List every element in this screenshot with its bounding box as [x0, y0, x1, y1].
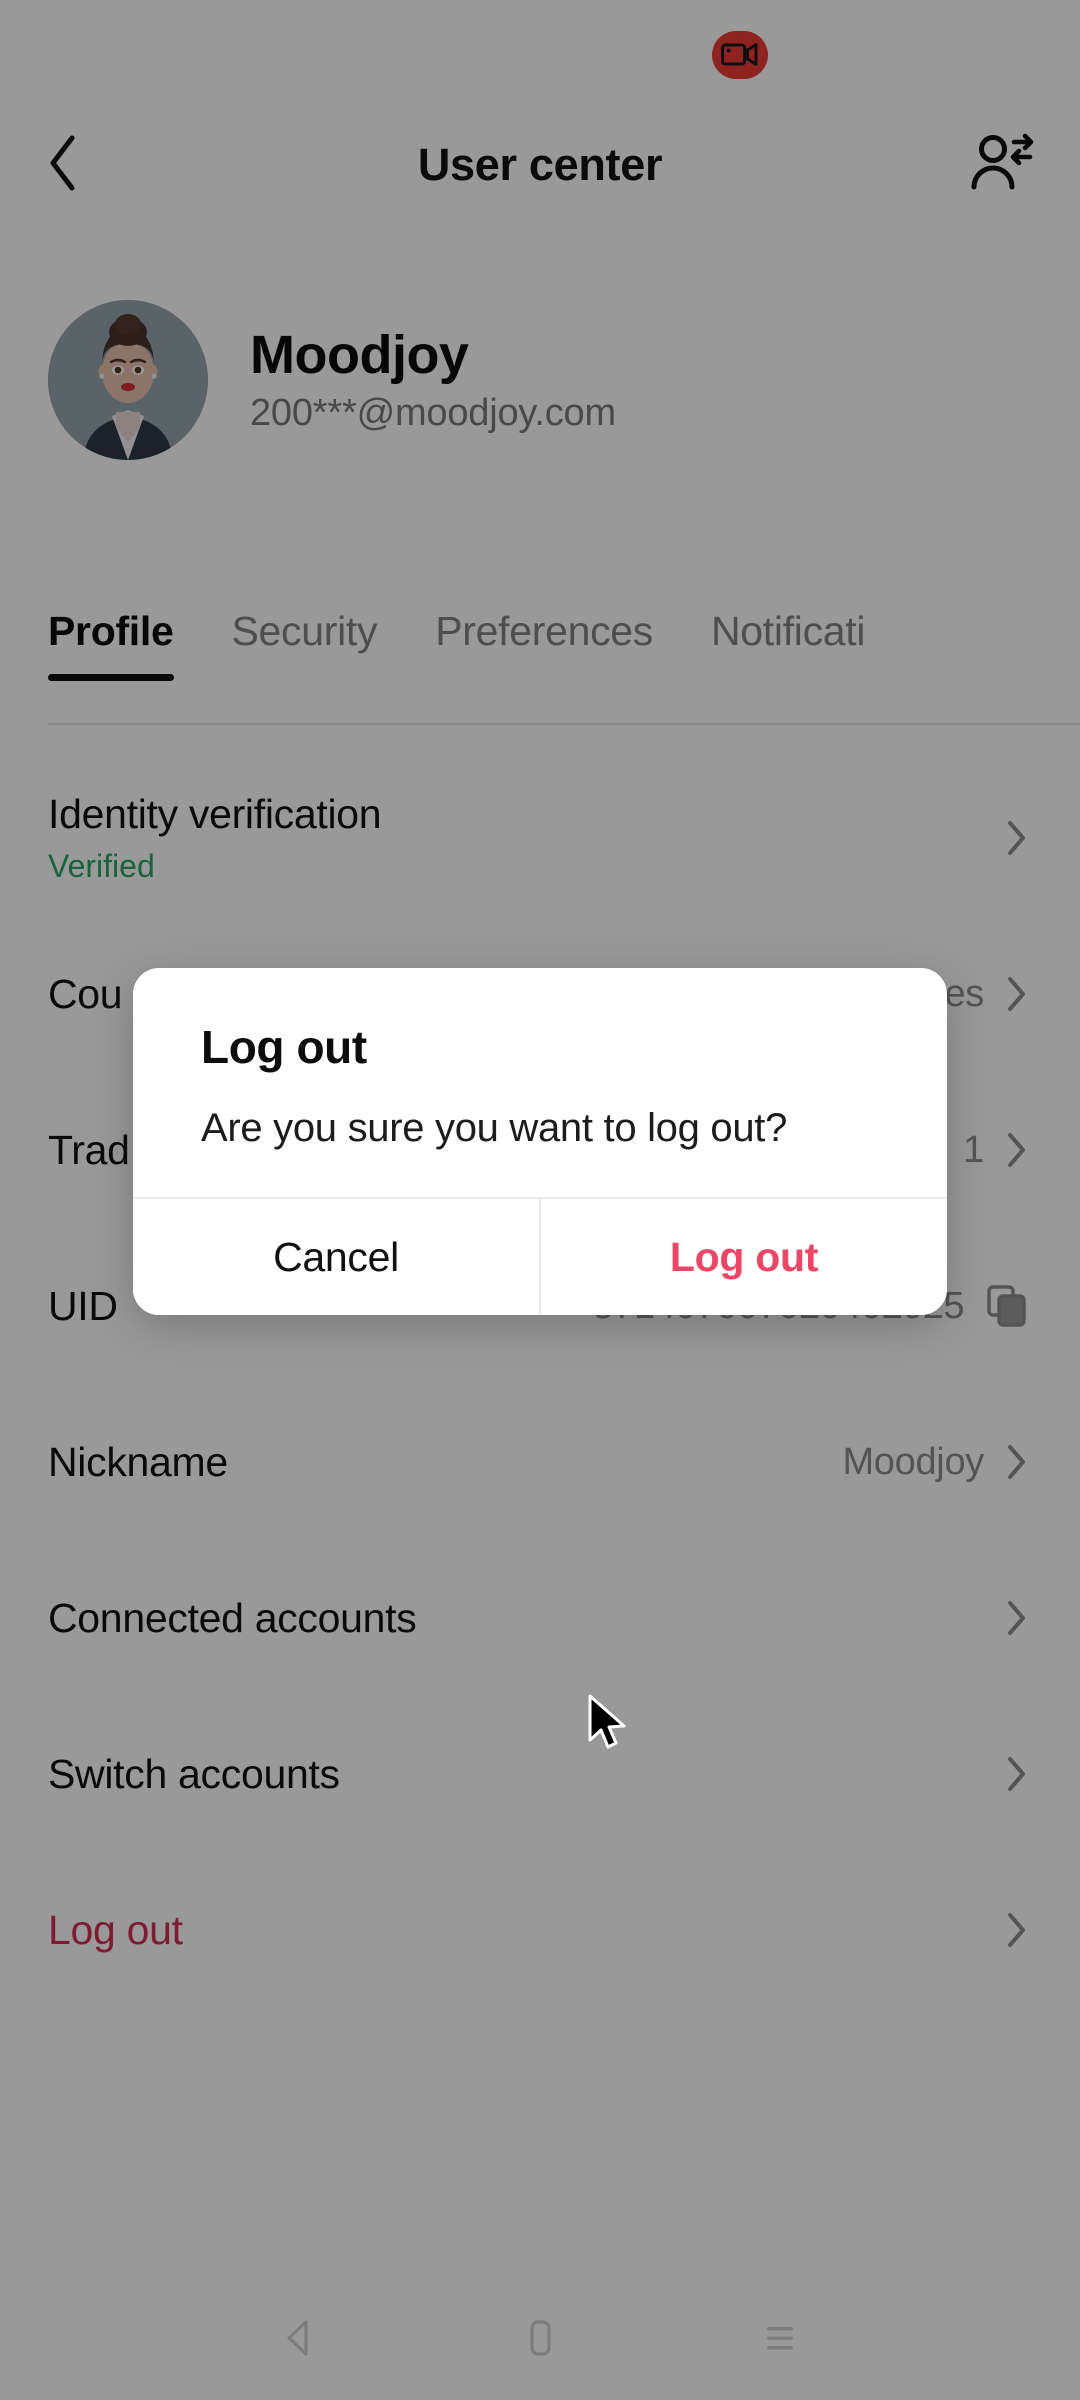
confirm-log-out-button[interactable]: Log out — [539, 1199, 947, 1315]
dialog-title: Log out — [201, 1021, 367, 1073]
log-out-dialog: Log out Are you sure you want to log out… — [133, 968, 947, 1315]
dialog-body: Log out Are you sure you want to log out… — [133, 968, 947, 1197]
cancel-button[interactable]: Cancel — [133, 1199, 539, 1315]
dialog-actions: Cancel Log out — [133, 1197, 947, 1315]
phone-screen: 10:00 AM User center Moodjoy 200***@mood… — [0, 0, 1080, 2400]
dialog-message: Are you sure you want to log out? — [201, 1106, 788, 1150]
